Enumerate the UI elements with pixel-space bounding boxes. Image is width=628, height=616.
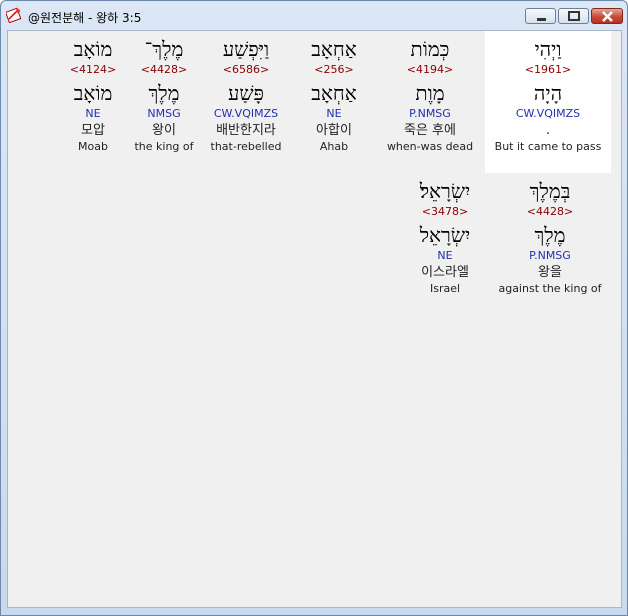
korean-gloss: 배반한지라 — [216, 123, 276, 138]
title-bar[interactable]: @원전분해 - 왕하 3:5 — [1, 1, 627, 31]
word-column[interactable]: מֶלֶךְ־ <4428> מֶלֶךְ NMSG 왕이 the king o… — [128, 37, 200, 154]
english-gloss: Moab — [78, 140, 108, 153]
morphology-code: NMSG — [147, 107, 181, 120]
hebrew-root: הָיָה — [533, 81, 563, 105]
strong-number[interactable]: <4428> — [492, 205, 608, 223]
interlinear-panel: וַיְהִי <1961> הָיָה CW.VQIMZS . But it … — [7, 30, 622, 608]
strong-number[interactable]: <1961> — [485, 63, 611, 81]
minimize-icon — [537, 18, 546, 21]
word-column[interactable]: כְּמוֹת <4194> מָוֶת P.NMSG 죽은 후에 when-w… — [380, 37, 480, 154]
close-button[interactable] — [591, 8, 623, 24]
strong-number[interactable]: <3478> — [400, 205, 490, 223]
english-gloss: against the king of — [498, 282, 602, 295]
strong-number[interactable]: <256> — [294, 63, 374, 81]
hebrew-word: מוֹאָב — [73, 37, 113, 61]
hebrew-root: מוֹאָב — [73, 81, 113, 105]
morphology-code: NE — [437, 249, 453, 262]
morphology-code: CW.VQIMZS — [213, 107, 279, 120]
english-gloss: the king of — [134, 140, 194, 153]
hebrew-word: אַחְאָב — [311, 37, 357, 61]
english-gloss: Israel — [429, 282, 461, 295]
hebrew-word: בְּמֶלֶךְ — [529, 179, 571, 203]
word-column[interactable]: בְּמֶלֶךְ <4428> מֶלֶךְ P.NMSG 왕을 agains… — [492, 179, 608, 296]
strong-number[interactable]: <4428> — [128, 63, 200, 81]
korean-gloss: . — [545, 123, 551, 138]
hebrew-word: יִשְׂרָאֵל׃ — [419, 179, 471, 203]
word-column[interactable]: יִשְׂרָאֵל׃ <3478> יִשְׂרָאֵל NE 이스라엘 Is… — [400, 179, 490, 296]
app-icon[interactable] — [5, 7, 22, 24]
korean-gloss: 이스라엘 — [421, 265, 469, 280]
app-window: @원전분해 - 왕하 3:5 וַיְהִי <1961> הָיָה CW.V… — [0, 0, 628, 616]
morphology-code: NE — [326, 107, 342, 120]
word-column[interactable]: אַחְאָב <256> אַחְאָב NE 아합이 Ahab — [294, 37, 374, 154]
word-column[interactable]: וַיִּפְשַׁע <6586> פָּשַׁע CW.VQIMZS 배반한… — [204, 37, 288, 154]
strong-number[interactable]: <4194> — [380, 63, 480, 81]
english-gloss: that-rebelled — [210, 140, 282, 153]
maximize-icon — [568, 11, 580, 21]
korean-gloss: 아합이 — [316, 123, 352, 138]
korean-gloss: 왕이 — [152, 123, 176, 138]
hebrew-root: מָוֶת — [415, 81, 445, 105]
word-column[interactable]: וַיְהִי <1961> הָיָה CW.VQIMZS . But it … — [485, 31, 611, 173]
hebrew-root: פָּשַׁע — [228, 81, 264, 105]
word-column[interactable]: מוֹאָב <4124> מוֹאָב NE 모압 Moab — [60, 37, 126, 154]
english-gloss: But it came to pass — [494, 140, 602, 153]
morphology-code: NE — [85, 107, 101, 120]
strong-number[interactable]: <6586> — [204, 63, 288, 81]
english-gloss: when-was dead — [386, 140, 474, 153]
hebrew-root: מֶלֶךְ — [534, 223, 566, 247]
english-gloss: Ahab — [319, 140, 349, 153]
hebrew-root: מֶלֶךְ — [148, 81, 180, 105]
close-icon — [602, 11, 613, 22]
morphology-code: P.NMSG — [409, 107, 451, 120]
window-title: @원전분해 - 왕하 3:5 — [28, 11, 142, 25]
hebrew-root: אַחְאָב — [311, 81, 357, 105]
hebrew-word: וַיְהִי — [534, 37, 562, 61]
morphology-code: CW.VQIMZS — [515, 107, 581, 120]
hebrew-word: מֶלֶךְ־ — [144, 37, 184, 61]
maximize-button[interactable] — [558, 8, 589, 24]
korean-gloss: 죽은 후에 — [404, 123, 456, 138]
minimize-button[interactable] — [525, 8, 556, 24]
korean-gloss: 모압 — [81, 123, 105, 138]
korean-gloss: 왕을 — [538, 265, 562, 280]
hebrew-word: כְּמוֹת — [410, 37, 450, 61]
hebrew-root: יִשְׂרָאֵל — [419, 223, 471, 247]
hebrew-word: וַיִּפְשַׁע — [222, 37, 270, 61]
strong-number[interactable]: <4124> — [60, 63, 126, 81]
morphology-code: P.NMSG — [529, 249, 571, 262]
